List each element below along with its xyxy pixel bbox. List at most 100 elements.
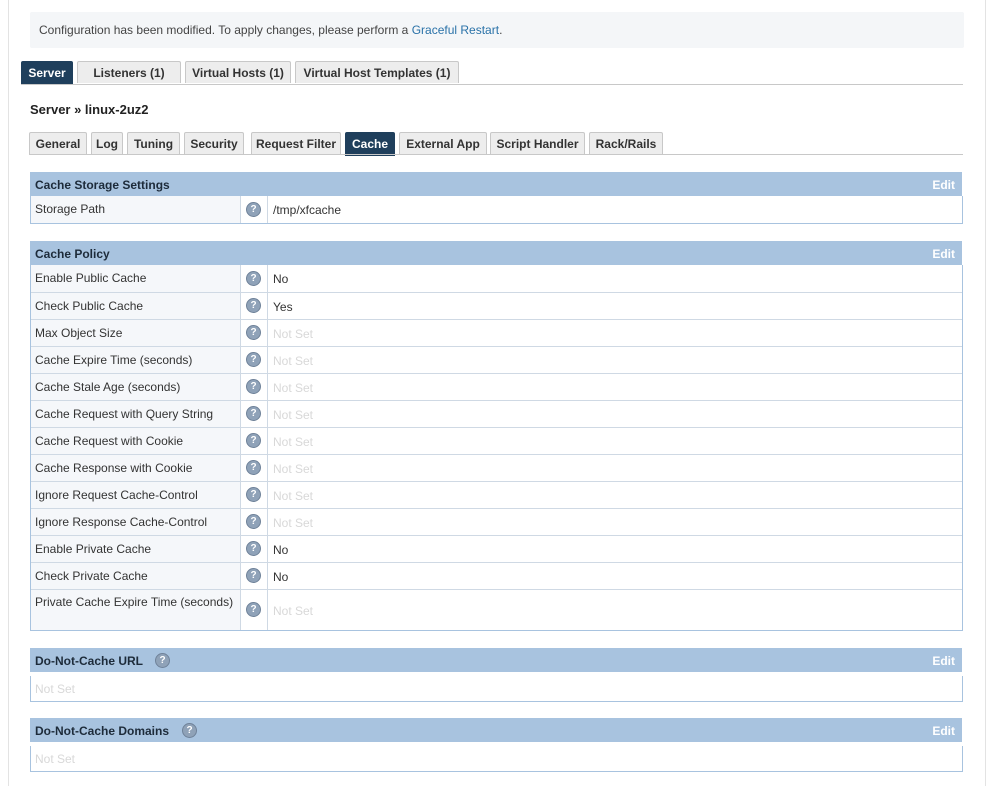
setting-value: Not Set (273, 407, 314, 422)
setting-row-private-cache-expire-time-seconds: Private Cache Expire Time (seconds)? Not … (31, 589, 962, 630)
graceful-restart-link[interactable]: Graceful Restart (412, 23, 499, 37)
tab-general[interactable]: General (29, 132, 87, 154)
not-set-value: Not Set (35, 682, 76, 696)
help-cell: ? (241, 347, 268, 373)
top-tab-server[interactable]: Server (21, 61, 73, 85)
help-icon[interactable]: ? (246, 298, 261, 313)
setting-value: Yes (273, 299, 293, 314)
top-tab-virtual-host-templates[interactable]: Virtual Host Templates (1) (295, 61, 459, 83)
cache-storage-table: Storage Path? /tmp/xfcache (30, 196, 963, 224)
cache-policy-header: Cache Policy Edit (30, 241, 962, 265)
tab-script-handler[interactable]: Script Handler (490, 132, 585, 154)
help-icon[interactable]: ? (246, 602, 261, 617)
setting-label: Storage Path (35, 202, 106, 216)
help-cell: ? (241, 401, 268, 427)
help-icon[interactable]: ? (246, 379, 261, 394)
setting-value: Not Set (273, 603, 314, 618)
setting-value: Not Set (273, 461, 314, 476)
top-tab-listeners[interactable]: Listeners (1) (77, 61, 181, 83)
setting-value: No (273, 271, 289, 286)
setting-label-cell: Private Cache Expire Time (seconds) (31, 590, 241, 630)
setting-value: Not Set (273, 353, 314, 368)
setting-label-cell: Cache Stale Age (seconds) (31, 374, 241, 400)
help-icon[interactable]: ? (246, 460, 261, 475)
edit-policy-button[interactable]: Edit (932, 247, 955, 261)
edit-do-not-cache-domains-button[interactable]: Edit (932, 724, 955, 738)
help-cell: ? (241, 563, 268, 589)
help-icon[interactable]: ? (246, 352, 261, 367)
section-title: Do-Not-Cache Domains (35, 724, 170, 738)
setting-label: Cache Expire Time (seconds) (35, 353, 193, 367)
tab-rack-rails[interactable]: Rack/Rails (589, 132, 663, 154)
help-cell: ? (241, 455, 268, 481)
cache-policy-table: Enable Public Cache? No Check Public Cache… (30, 265, 963, 631)
config-modified-notice: Configuration has been modified. To appl… (30, 12, 964, 48)
setting-label: Private Cache Expire Time (seconds) (35, 595, 234, 609)
help-cell: ? (241, 196, 268, 223)
setting-label: Cache Request with Query String (35, 407, 214, 421)
tab-external-app[interactable]: External App (399, 132, 487, 154)
setting-row-enable-public-cache: Enable Public Cache? No (31, 265, 962, 292)
help-cell: ? (241, 428, 268, 454)
tab-log[interactable]: Log (91, 132, 123, 154)
setting-label-cell: Ignore Response Cache-Control (31, 509, 241, 535)
help-icon[interactable]: ? (246, 201, 261, 217)
edit-storage-button[interactable]: Edit (932, 178, 955, 192)
setting-label-cell: Cache Expire Time (seconds) (31, 347, 241, 373)
setting-label-cell: Cache Response with Cookie (31, 455, 241, 481)
help-icon[interactable]: ? (246, 514, 261, 529)
setting-row-ignore-response-cache-control: Ignore Response Cache-Control? Not Set (31, 508, 962, 535)
setting-label-cell: Cache Request with Query String (31, 401, 241, 427)
setting-label: Ignore Response Cache-Control (35, 515, 208, 529)
not-set-value: Not Set (35, 752, 76, 766)
help-icon[interactable]: ? (246, 270, 261, 286)
notice-message: Configuration has been modified. To appl… (39, 23, 412, 37)
tab-tuning[interactable]: Tuning (127, 132, 180, 154)
setting-label-cell: Ignore Request Cache-Control (31, 482, 241, 508)
edit-do-not-cache-url-button[interactable]: Edit (932, 654, 955, 668)
help-icon[interactable]: ? (246, 406, 261, 421)
do-not-cache-domains-header: Do-Not-Cache Domains ? Edit (30, 718, 962, 742)
help-icon[interactable]: ? (246, 541, 261, 556)
help-icon[interactable]: ? (246, 433, 261, 448)
setting-label: Enable Public Cache (35, 271, 147, 285)
setting-row-check-public-cache: Check Public Cache? Yes (31, 292, 962, 319)
setting-label: Enable Private Cache (35, 542, 152, 556)
help-cell: ? (241, 590, 268, 630)
tab-security[interactable]: Security (184, 132, 244, 154)
help-icon[interactable]: ? (246, 487, 261, 502)
setting-label: Max Object Size (35, 326, 123, 340)
setting-label-cell: Max Object Size (31, 320, 241, 346)
setting-label: Check Private Cache (35, 569, 148, 583)
top-tab-virtual-hosts[interactable]: Virtual Hosts (1) (185, 61, 291, 83)
setting-value: Not Set (273, 434, 314, 449)
setting-value: No (273, 542, 289, 557)
setting-value: No (273, 569, 289, 584)
top-tab-divider (21, 84, 963, 85)
breadcrumb: Server » linux-2uz2 (30, 102, 149, 117)
tab-request-filter[interactable]: Request Filter (251, 132, 341, 154)
help-cell: ? (241, 293, 268, 319)
help-icon[interactable]: ? (246, 325, 261, 340)
do-not-cache-domains-value: Not Set (30, 746, 963, 772)
setting-row-storage-path: Storage Path? /tmp/xfcache (31, 196, 962, 223)
help-cell: ? (241, 320, 268, 346)
setting-label: Ignore Request Cache-Control (35, 488, 198, 502)
help-icon[interactable]: ? (155, 653, 170, 668)
setting-value: Not Set (273, 380, 314, 395)
setting-label-cell: Enable Public Cache (31, 265, 241, 292)
left-frame-border (8, 0, 9, 786)
help-cell: ? (241, 482, 268, 508)
help-icon[interactable]: ? (182, 723, 197, 738)
sub-tab-divider (29, 154, 963, 155)
setting-value: Not Set (273, 488, 314, 503)
help-cell: ? (241, 374, 268, 400)
notice-text: Configuration has been modified. To appl… (39, 23, 502, 37)
help-cell: ? (241, 265, 268, 292)
help-cell: ? (241, 536, 268, 562)
setting-row-enable-private-cache: Enable Private Cache? No (31, 535, 962, 562)
tab-cache[interactable]: Cache (345, 132, 395, 156)
setting-label-cell: Cache Request with Cookie (31, 428, 241, 454)
setting-label-cell: Enable Private Cache (31, 536, 241, 562)
help-icon[interactable]: ? (246, 568, 261, 583)
